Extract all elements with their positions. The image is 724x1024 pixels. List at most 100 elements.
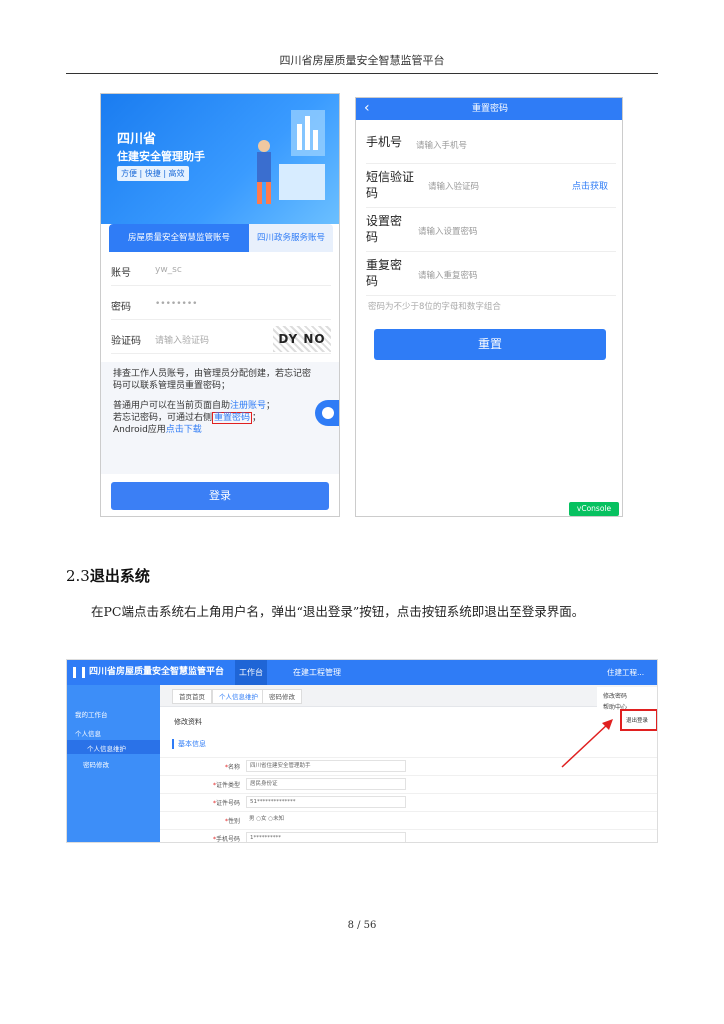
captcha-row: 验证码 请输入验证码 DY NO [111,324,331,354]
reset-password-screenshot: 重置密码 ‹ 手机号 请输入手机号 短信验证 码 请输入验证码 点击获取 设置密… [355,97,623,517]
banner-title-province: 四川省 [117,132,157,147]
edit-profile-heading: 修改资料 [174,718,202,726]
set-password-label-1: 设置密 [366,214,403,228]
pc-screenshot: 四川省房屋质量安全智慧监管平台 工作台 在建工程管理 住建工程... 我的工作台… [66,659,658,843]
customer-service-icon[interactable] [315,400,339,426]
password-input[interactable]: •••••••• [155,299,197,309]
pc-brand: 四川省房屋质量安全智慧监管平台 [89,667,225,677]
banner-slogan: 方便 | 快捷 | 高效 [117,166,189,181]
login-button[interactable]: 登录 [111,482,329,510]
set-password-input[interactable]: 请输入设置密码 [418,225,478,237]
password-label: 密码 [111,302,131,313]
pc-top-bar: 四川省房屋质量安全智慧监管平台 工作台 在建工程管理 住建工程... [67,660,657,685]
field-input[interactable]: 51************** [246,796,406,808]
info-line-4-suffix: ； [252,413,262,423]
set-password-label-2: 码 [366,230,379,244]
nav-project[interactable]: 在建工程管理 [293,660,341,685]
page-number: 8 / 56 [347,920,377,931]
captcha-label: 验证码 [111,336,141,347]
get-sms-code-link[interactable]: 点击获取 [572,179,608,192]
field-input[interactable]: 居民身份证 [246,778,406,790]
tab-platform-account[interactable]: 房屋质量安全智慧监管账号 [109,224,249,252]
section-heading: 2.3退出系统 [66,565,150,586]
banner-illustration [257,110,325,204]
info-line-3-suffix: ； [266,401,276,411]
reset-title-bar: 重置密码 [356,98,622,120]
info-line-4-text: 若忘记密码，可通过右侧 [113,413,213,423]
field-label: *名称 [224,764,240,771]
captcha-image[interactable]: DY NO [273,326,331,352]
section-paragraph: 在PC端点击系统右上角用户名，弹出“退出登录”按钮，点击按钮系统即退出至登录界面… [91,604,585,619]
reset-button[interactable]: 重置 [374,329,606,360]
menu-change-password[interactable]: 修改密码 [603,691,627,700]
reset-page-title: 重置密码 [471,104,508,114]
tab-home[interactable]: 首页首页 [172,689,212,704]
user-menu-trigger[interactable]: 住建工程... [607,660,644,685]
account-label: 账号 [111,268,131,279]
field-label-text: 手机号码 [215,836,240,843]
sms-label-1: 短信验证 [366,170,415,184]
info-line-3-text: 普通用户可以在当前页面自助 [113,401,231,411]
tab-password[interactable]: 密码修改 [262,689,302,704]
account-input[interactable]: yw_sc [155,265,182,275]
field-label-text: 证件号码 [215,800,240,807]
phone-input[interactable]: 请输入手机号 [416,139,467,151]
pc-tab-strip: 首页首页 个人信息维护 密码修改 [160,685,657,707]
field-input[interactable]: 四川省住建安全管理助手 [246,760,406,772]
info-line-1: 排查工作人员账号，由管理员分配创建，若忘记密 [113,369,312,379]
repeat-password-label-1: 重复密 [366,258,403,272]
info-line-5-text: Android应用 [113,425,166,435]
download-link[interactable]: 点击下载 [166,425,202,435]
info-line-5: Android应用点击下载 [113,424,333,436]
nav-workbench[interactable]: 工作台 [235,660,267,685]
info-line-4: 若忘记密码，可通过右侧 重置密码； [113,412,333,424]
sidebar-item-profile[interactable]: 个人信息 [75,728,101,738]
field-label: *证件类型 [212,782,240,789]
header-rule [66,73,658,74]
login-screenshot: 四川省 住建安全管理助手 方便 | 快捷 | 高效 房屋质量安全智慧监管账号 四… [100,93,340,517]
tab-gov-account[interactable]: 四川政务服务账号 [249,224,333,252]
sidebar-item-profile-edit[interactable]: 个人信息维护 [87,743,126,753]
gender-radio-group[interactable]: 男 ○女 ○未知 [246,814,406,826]
field-label: *证件号码 [212,800,240,807]
repeat-password-label-2: 码 [366,274,379,288]
back-icon[interactable]: ‹ [364,98,370,118]
field-label: *手机号码 [212,836,240,843]
sidebar-item-password[interactable]: 密码修改 [83,759,109,769]
set-password-row: 设置密 码 请输入设置密码 [366,208,616,252]
password-row: 密码 •••••••• [111,290,331,320]
info-line-3: 普通用户可以在当前页面自助注册账号； [113,400,333,412]
field-label: *性别 [224,818,240,825]
sms-input[interactable]: 请输入验证码 [428,180,479,192]
form-row: *性别 男 ○女 ○未知 [160,811,657,829]
pc-sidebar: 我的工作台 个人信息 个人信息维护 密码修改 [67,685,160,842]
sidebar-item-workbench[interactable]: 我的工作台 [75,709,108,719]
section-title: 退出系统 [89,567,150,585]
sms-label-2: 码 [366,186,379,200]
section-number: 2.3 [66,567,90,585]
vconsole-button[interactable]: vConsole [569,502,619,516]
phone-label: 手机号 [366,135,403,149]
platform-logo-icon [73,667,85,678]
field-label-text: 性别 [227,818,240,825]
repeat-password-input[interactable]: 请输入重复密码 [418,269,478,281]
base-info-heading: 基本信息 [172,739,206,749]
banner-title-app: 住建安全管理助手 [117,150,205,163]
tab-profile-edit[interactable]: 个人信息维护 [212,689,265,704]
form-row: *证件号码 51************** [160,793,657,811]
captcha-input[interactable]: 请输入验证码 [155,333,209,346]
annotation-arrow [561,719,613,768]
repeat-password-row: 重复密 码 请输入重复密码 [366,252,616,296]
sms-row: 短信验证 码 请输入验证码 点击获取 [366,164,616,208]
reset-password-link[interactable]: 重置密码 [212,412,253,424]
login-type-tabs: 房屋质量安全智慧监管账号 四川政务服务账号 [109,224,333,254]
register-link[interactable]: 注册账号 [230,401,266,411]
field-label-text: 名称 [227,764,240,771]
document-header: 四川省房屋质量安全智慧监管平台 [279,54,445,67]
phone-row: 手机号 请输入手机号 [366,120,616,164]
password-rule-hint: 密码为不少于8位的字母和数字组合 [368,302,501,312]
info-line-2: 码可以联系管理员重置密码； [113,381,231,391]
field-input[interactable]: 1********** [246,832,406,842]
account-row: 账号 yw_sc [111,256,331,286]
login-info-panel: 排查工作人员账号，由管理员分配创建，若忘记密 码可以联系管理员重置密码； 普通用… [101,362,339,474]
